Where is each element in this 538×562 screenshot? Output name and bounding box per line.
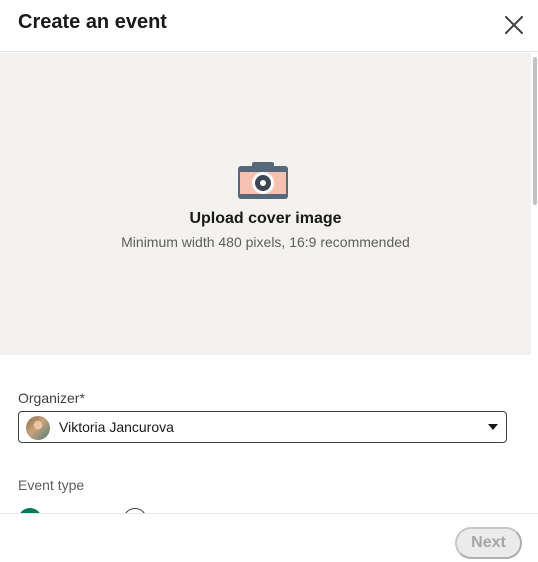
scrollbar-thumb[interactable] <box>533 57 537 205</box>
caret-down-icon <box>488 424 498 430</box>
event-type-label: Event type <box>18 477 85 493</box>
avatar <box>26 416 50 440</box>
upload-cover-title: Upload cover image <box>189 210 342 227</box>
modal-header: Create an event <box>0 0 538 52</box>
upload-cover-image-area[interactable]: Upload cover image Minimum width 480 pix… <box>0 53 531 355</box>
organizer-select[interactable]: Viktoria Jancurova <box>18 411 507 443</box>
upload-cover-hint: Minimum width 480 pixels, 16:9 recommend… <box>121 234 410 250</box>
modal-footer: Next <box>0 513 538 562</box>
organizer-label: Organizer* <box>18 390 85 406</box>
close-icon <box>505 16 523 34</box>
modal-title: Create an event <box>18 11 167 33</box>
organizer-value: Viktoria Jancurova <box>59 419 174 435</box>
next-button[interactable]: Next <box>455 527 522 559</box>
close-button[interactable] <box>500 11 528 39</box>
camera-icon <box>238 162 288 199</box>
modal-body: Upload cover image Minimum width 480 pix… <box>0 53 538 513</box>
